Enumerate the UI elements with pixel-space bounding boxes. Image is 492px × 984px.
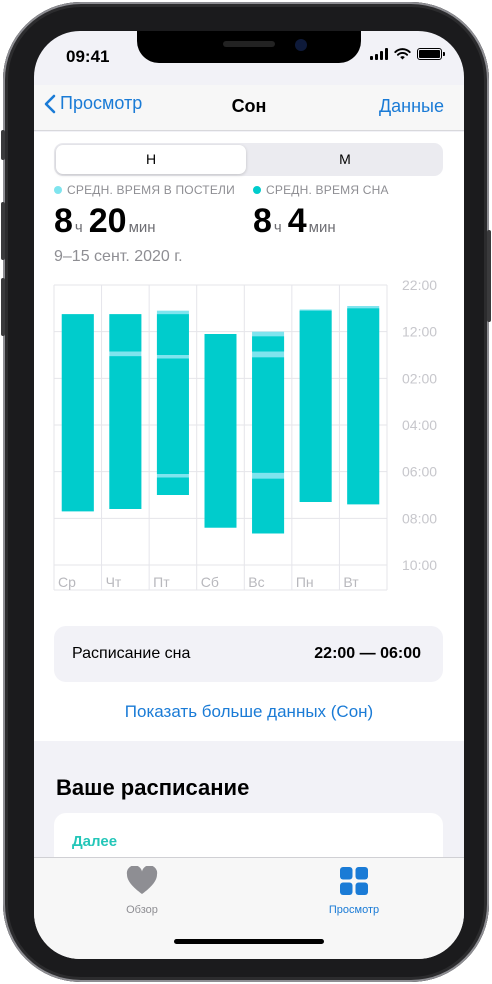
asleep-bar (299, 310, 332, 502)
asleep-hours-unit: ч (273, 219, 282, 236)
y-tick-label: 02:00 (402, 370, 437, 386)
navigation-bar: Просмотр Сон Данные (34, 85, 464, 131)
asleep-bar (252, 336, 285, 352)
asleep-bar (347, 308, 380, 505)
tab-summary-label: Обзор (126, 904, 158, 916)
asleep-bar (61, 314, 94, 512)
schedule-value: 22:00 — 06:00 (314, 645, 421, 662)
status-time: 09:41 (66, 47, 110, 66)
legend-asleep: СРЕДН. ВРЕМЯ СНА (253, 183, 389, 197)
in-bed-average: 8 ч 20 мин (54, 202, 162, 241)
asleep-dot (253, 186, 261, 194)
asleep-bar (252, 478, 285, 534)
tab-browse-label: Просмотр (328, 904, 380, 916)
x-tick-label: Чт (106, 574, 122, 590)
screen: 09:41 Просмотр Сон Данные Н М СРЕДН. ВРЕ… (34, 31, 464, 959)
asleep-bar (156, 314, 189, 355)
show-more-sleep-data-link[interactable]: Показать больше данных (Сон) (34, 702, 464, 722)
heart-icon (126, 865, 158, 894)
asleep-minutes: 4 (287, 202, 307, 240)
tab-summary[interactable]: Обзор (82, 865, 202, 916)
x-tick-label: Пн (296, 574, 314, 590)
cellular-signal-icon (370, 48, 388, 60)
asleep-bar (109, 356, 142, 509)
in-bed-minutes-unit: мин (128, 219, 156, 236)
volume-up-button (1, 202, 5, 260)
x-tick-label: Пт (153, 574, 170, 590)
y-tick-label: 06:00 (402, 464, 437, 480)
next-label: Далее (72, 833, 118, 850)
x-tick-label: Сб (201, 574, 219, 590)
sleep-content: Н М СРЕДН. ВРЕМЯ В ПОСТЕЛИ СРЕДН. ВРЕМЯ … (34, 132, 464, 741)
x-tick-label: Вс (248, 574, 264, 590)
device-frame: 09:41 Просмотр Сон Данные Н М СРЕДН. ВРЕ… (1, 2, 491, 982)
volume-down-button (1, 278, 5, 336)
tab-browse[interactable]: Просмотр (294, 866, 414, 916)
sleep-chart-svg: 22:00 12:00 02:00 04:00 06:00 08:00 10:00 Ср Чт П… (53, 280, 437, 591)
in-bed-minutes: 20 (88, 202, 127, 240)
grid-icon (340, 867, 368, 895)
in-bed-hours: 8 (54, 202, 73, 240)
date-range: 9–15 сент. 2020 г. (54, 248, 183, 265)
asleep-bar (156, 358, 189, 474)
wifi-icon (394, 48, 411, 60)
y-tick-label: 12:00 (402, 324, 437, 340)
legend-in-bed-label: СРЕДН. ВРЕМЯ В ПОСТЕЛИ (67, 183, 235, 197)
status-icons (370, 48, 445, 60)
asleep-minutes-unit: мин (308, 219, 336, 236)
x-tick-label: Ср (58, 574, 76, 590)
segment-month[interactable]: М (250, 145, 440, 174)
asleep-bar (252, 357, 285, 473)
segment-week[interactable]: Н (56, 145, 246, 174)
period-segmented-control: Н М (54, 143, 443, 176)
asleep-bar (204, 334, 237, 528)
camera (295, 39, 307, 51)
speaker (223, 41, 275, 47)
power-button (487, 230, 491, 322)
your-schedule-title: Ваше расписание (56, 775, 250, 800)
asleep-bar (156, 477, 189, 495)
y-tick-label: 08:00 (402, 510, 437, 526)
mute-switch (1, 130, 5, 160)
x-tick-label: Вт (343, 574, 359, 590)
notch (137, 31, 361, 63)
in-bed-hours-unit: ч (74, 219, 83, 236)
in-bed-dot (54, 186, 62, 194)
legend-in-bed: СРЕДН. ВРЕМЯ В ПОСТЕЛИ (54, 183, 235, 197)
y-tick-label: 22:00 (402, 280, 437, 293)
y-tick-label: 04:00 (402, 417, 437, 433)
legend-asleep-label: СРЕДН. ВРЕМЯ СНА (266, 183, 389, 197)
home-indicator (174, 939, 324, 944)
data-button[interactable]: Данные (379, 96, 444, 117)
battery-icon (417, 48, 445, 60)
schedule-label: Расписание сна (72, 645, 191, 662)
y-tick-label: 10:00 (402, 557, 437, 573)
sleep-schedule-card[interactable]: Расписание сна 22:00 — 06:00 (54, 626, 443, 682)
asleep-average: 8 ч 4 мин (253, 202, 342, 241)
asleep-bar (109, 314, 142, 352)
asleep-hours: 8 (253, 202, 272, 240)
sleep-chart[interactable]: 22:00 12:00 02:00 04:00 06:00 08:00 10:00 Ср Чт П… (34, 280, 464, 610)
